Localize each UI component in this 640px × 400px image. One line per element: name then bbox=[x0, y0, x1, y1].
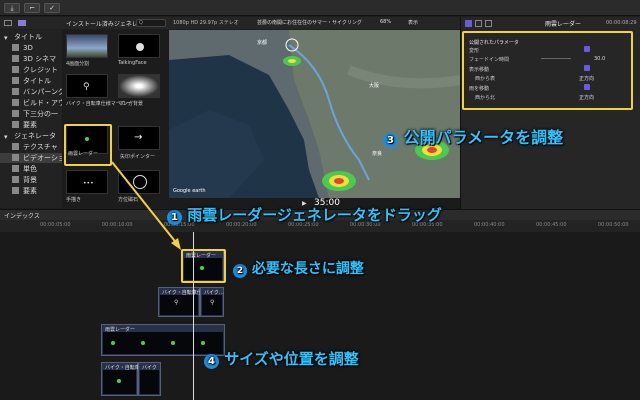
drag-arrow bbox=[111, 161, 181, 250]
annotation-2: 2 必要な長さに調整 bbox=[233, 258, 364, 278]
annotation-3: 3 公開パラメータを調整 bbox=[383, 124, 563, 148]
annotation-4: 4 サイズや位置を調整 bbox=[204, 348, 359, 369]
annotation-1: 1 雨雲レーダージェネレータをドラッグ bbox=[167, 204, 442, 225]
